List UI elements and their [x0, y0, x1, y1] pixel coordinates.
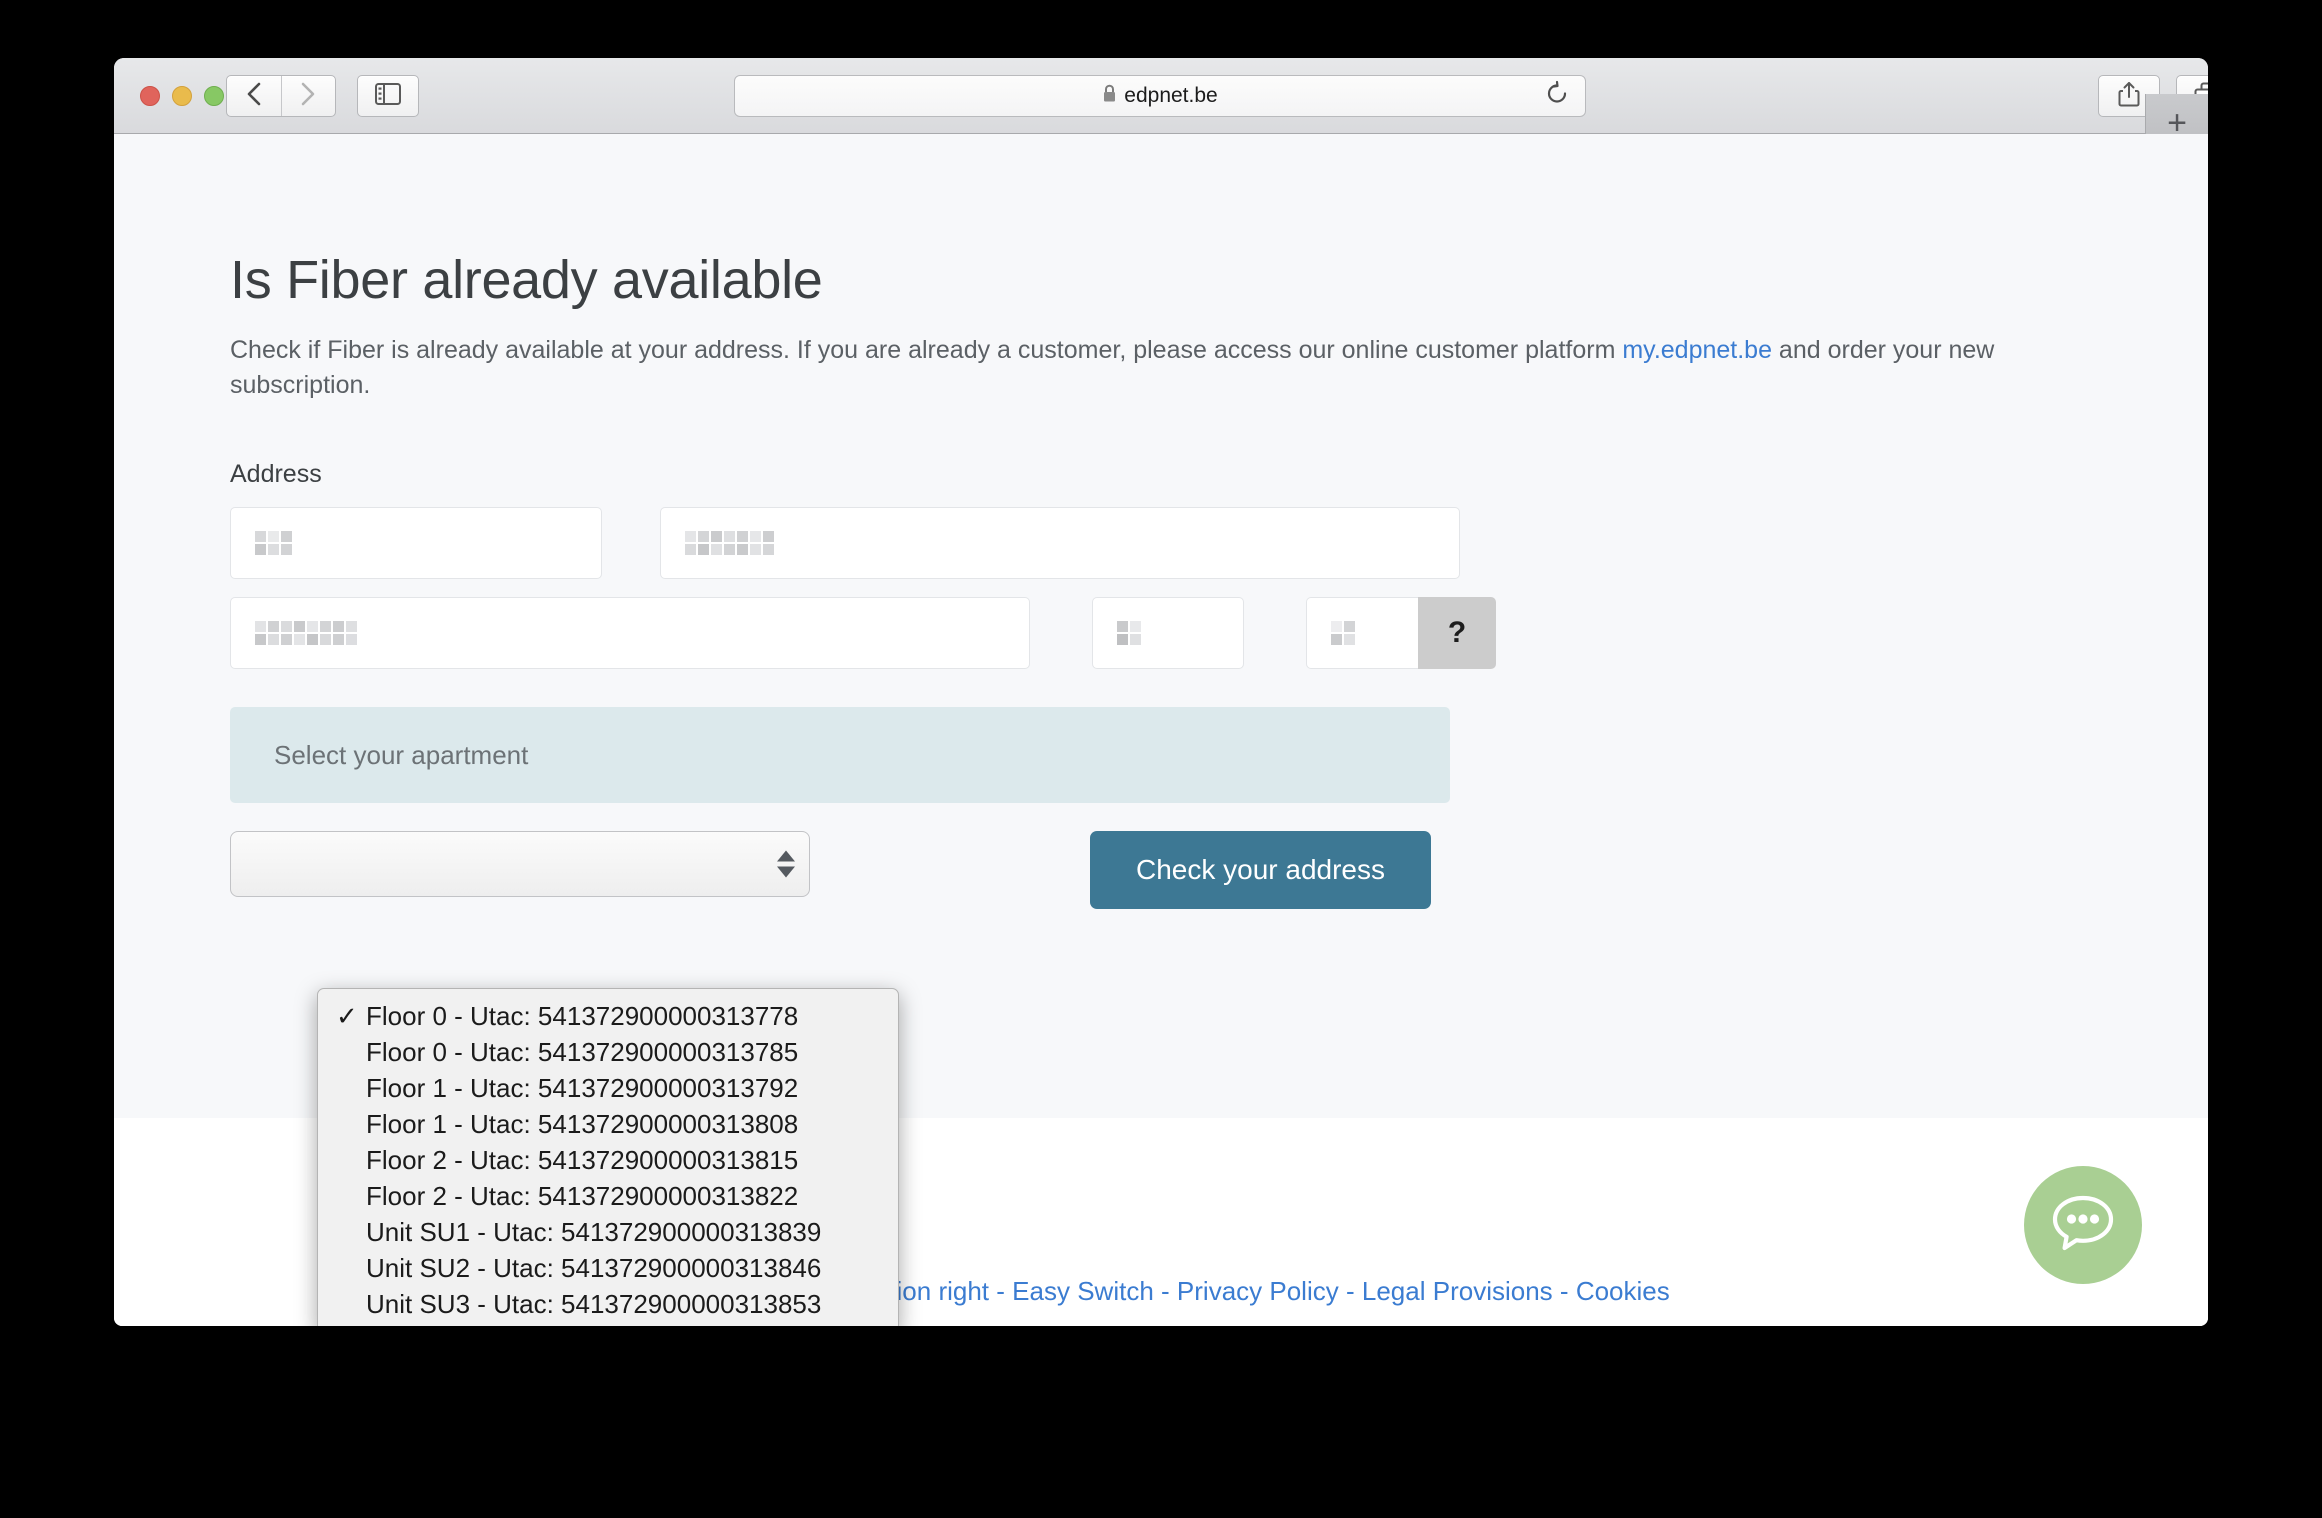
option-item[interactable]: Unit SU1 - Utac: 541372900000313839	[318, 1214, 898, 1250]
option-label: Floor 0 - Utac: 541372900000313778	[366, 1000, 799, 1031]
check-address-button[interactable]: Check your address	[1090, 831, 1432, 909]
apartment-select[interactable]	[230, 831, 810, 897]
option-item[interactable]: Floor 0 - Utac: 541372900000313785	[318, 1034, 898, 1070]
address-row-1	[230, 507, 2130, 579]
address-bar[interactable]: edpnet.be	[734, 75, 1586, 117]
option-item[interactable]: Floor 1 - Utac: 541372900000313792	[318, 1070, 898, 1106]
help-button[interactable]: ?	[1418, 597, 1496, 669]
forward-chevron-icon	[300, 81, 316, 112]
option-label: Floor 2 - Utac: 541372900000313815	[366, 1144, 799, 1175]
page-intro: Check if Fiber is already available at y…	[230, 333, 2060, 402]
footer-separator: -	[996, 1276, 1005, 1306]
sidebar-toggle-button[interactable]	[357, 75, 419, 117]
option-label: Floor 1 - Utac: 541372900000313792	[366, 1072, 799, 1103]
option-label: Unit SU3 - Utac: 541372900000313853	[366, 1288, 822, 1319]
minimize-window-button[interactable]	[172, 86, 192, 106]
option-item[interactable]: ✓ Floor 0 - Utac: 541372900000313778	[318, 998, 898, 1034]
redacted-value	[685, 531, 774, 555]
footer-link-legal-provisions[interactable]: Legal Provisions	[1362, 1276, 1553, 1306]
footer-link-privacy-policy[interactable]: Privacy Policy	[1177, 1276, 1339, 1306]
apartment-options-popup[interactable]: ✓ Floor 0 - Utac: 541372900000313778 Flo…	[317, 988, 899, 1326]
back-chevron-icon	[246, 81, 262, 112]
my-edpnet-link[interactable]: my.edpnet.be	[1622, 336, 1772, 364]
chat-bubble-icon	[2050, 1192, 2116, 1259]
option-label: Unit SU2 - Utac: 541372900000313846	[366, 1252, 822, 1283]
apartment-info-box: Select your apartment	[230, 707, 1450, 803]
url-text: edpnet.be	[1124, 84, 1218, 107]
reload-button[interactable]	[1545, 80, 1569, 112]
share-icon	[2118, 81, 2140, 112]
navigation-buttons	[226, 75, 336, 117]
page-content: Is Fiber already available Check if Fibe…	[230, 134, 2130, 909]
address-row-2: ?	[230, 597, 2130, 669]
chat-widget-button[interactable]	[2024, 1166, 2142, 1284]
box-number-input[interactable]	[1306, 597, 1418, 669]
postal-code-input[interactable]	[230, 507, 602, 579]
maximize-window-button[interactable]	[204, 86, 224, 106]
footer-link-easy-switch[interactable]: Easy Switch	[1012, 1276, 1154, 1306]
intro-text-before: Check if Fiber is already available at y…	[230, 336, 1623, 364]
lock-icon	[1102, 84, 1117, 109]
browser-window: edpnet.be + Is Fiber already available C…	[114, 58, 2208, 1326]
city-input[interactable]	[660, 507, 1460, 579]
page-title: Is Fiber already available	[230, 250, 823, 310]
option-item[interactable]: Unit SU3 - Utac: 541372900000313853	[318, 1286, 898, 1322]
footer-link-cookies[interactable]: Cookies	[1576, 1276, 1670, 1306]
option-item[interactable]: Floor 1 - Utac: 541372900000313808	[318, 1106, 898, 1142]
option-item[interactable]: Unit SU2 - Utac: 541372900000313846	[318, 1250, 898, 1286]
checkmark-icon: ✓	[336, 1000, 358, 1031]
option-item[interactable]: Floor 2 - Utac: 541372900000313815	[318, 1142, 898, 1178]
url-display: edpnet.be	[1102, 84, 1218, 109]
close-window-button[interactable]	[140, 86, 160, 106]
option-label: Unit SU1 - Utac: 541372900000313839	[366, 1216, 822, 1247]
redacted-value	[255, 621, 357, 645]
window-controls	[140, 86, 224, 106]
redacted-value	[1117, 621, 1141, 645]
footer-separator: -	[1559, 1276, 1569, 1306]
sidebar-toggle-icon	[375, 82, 401, 110]
address-label: Address	[230, 460, 322, 488]
street-input[interactable]	[230, 597, 1030, 669]
redacted-value	[255, 531, 292, 555]
stepper-arrows-icon	[777, 850, 795, 878]
option-item[interactable]: Floor 2 - Utac: 541372900000313822	[318, 1178, 898, 1214]
footer-separator: -	[1345, 1276, 1355, 1306]
option-label: Floor 1 - Utac: 541372900000313808	[366, 1108, 799, 1139]
footer-separator: -	[1161, 1276, 1170, 1306]
option-label: Floor 0 - Utac: 541372900000313785	[366, 1036, 799, 1067]
option-label: Floor 2 - Utac: 541372900000313822	[366, 1180, 799, 1211]
redacted-value	[1331, 621, 1355, 645]
browser-toolbar: edpnet.be +	[114, 58, 2208, 152]
page-viewport: Is Fiber already available Check if Fibe…	[114, 134, 2208, 1326]
back-button[interactable]	[227, 76, 282, 116]
forward-button[interactable]	[282, 76, 336, 116]
house-number-input[interactable]	[1092, 597, 1244, 669]
apartment-action-row: Check your address	[230, 831, 2130, 909]
